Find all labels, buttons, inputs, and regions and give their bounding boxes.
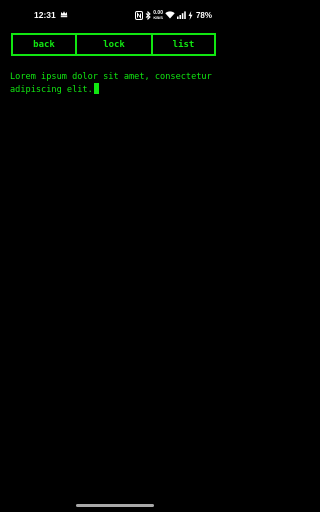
battery-charging-icon [188,10,193,20]
wifi-icon [165,11,175,19]
back-button[interactable]: back [13,35,77,54]
battery-percentage: 78% [195,10,212,20]
toolbar: back lock list [11,33,216,56]
editor-text: Lorem ipsum dolor sit amet, consectetur … [10,72,217,95]
status-bar: 12:31 0.00 KB/S 78% [0,0,230,30]
text-editor[interactable]: Lorem ipsum dolor sit amet, consectetur … [10,71,222,96]
list-button[interactable]: list [153,35,214,54]
data-speed: 0.00 KB/S [153,10,163,20]
data-speed-unit: KB/S [153,14,163,20]
bluetooth-icon [145,10,151,20]
crown-icon [60,11,68,18]
home-indicator[interactable] [76,504,154,507]
signal-icon [176,11,186,19]
text-cursor [93,83,99,94]
status-icons: 0.00 KB/S 78% [135,9,212,21]
lock-button[interactable]: lock [77,35,153,54]
status-time: 12:31 [34,10,56,20]
nfc-icon [135,10,144,20]
